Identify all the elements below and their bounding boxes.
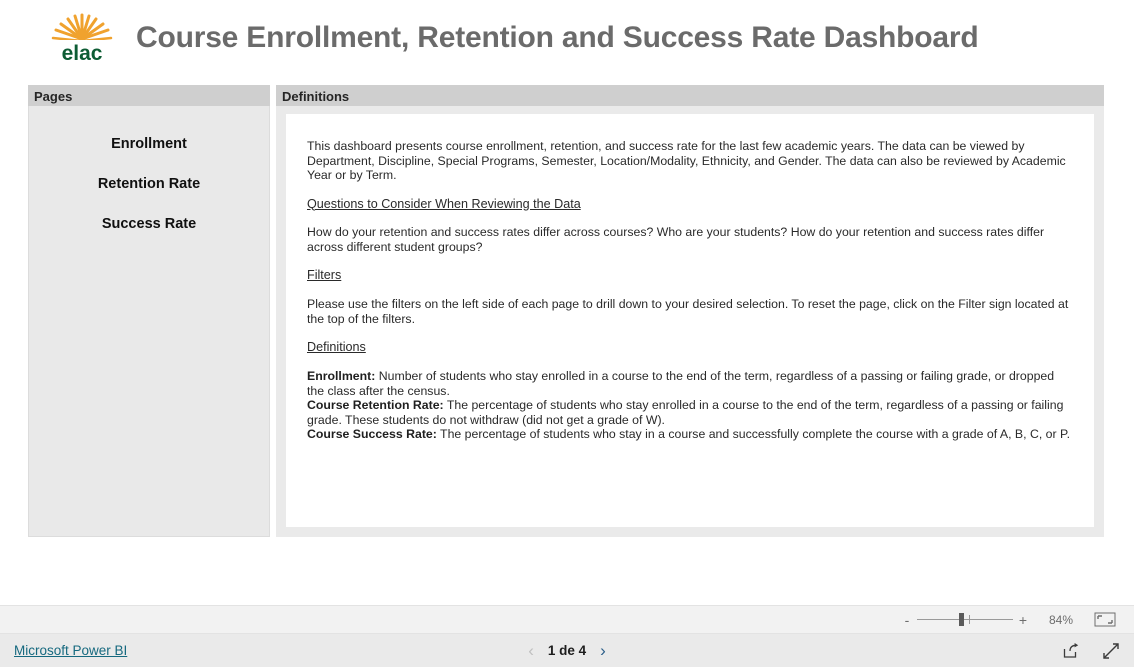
status-bar: Microsoft Power BI ‹ 1 de 4 › xyxy=(0,634,1134,667)
definition-text: The percentage of students who stay in a… xyxy=(436,427,1071,442)
zoom-out-button[interactable]: - xyxy=(900,612,914,628)
definition-item-success-rate: Course Success Rate: The percentage of s… xyxy=(307,427,1071,442)
intro-paragraph: This dashboard presents course enrollmen… xyxy=(307,139,1066,182)
zoom-slider-tick xyxy=(969,615,970,624)
share-icon[interactable] xyxy=(1062,642,1080,660)
filters-heading: Filters xyxy=(307,268,342,283)
definitions-heading: Definitions xyxy=(307,340,366,355)
definition-text: Number of students who stay enrolled in … xyxy=(307,369,1055,398)
definition-item-enrollment: Enrollment: Number of students who stay … xyxy=(307,369,1071,398)
elac-wordmark: elac xyxy=(62,42,103,65)
questions-paragraph: How do your retention and success rates … xyxy=(307,225,1045,254)
pages-panel: Pages Enrollment Retention Rate Success … xyxy=(28,85,270,537)
fit-to-page-icon[interactable] xyxy=(1094,612,1116,627)
definition-term: Enrollment: xyxy=(307,369,376,384)
filters-paragraph: Please use the filters on the left side … xyxy=(307,297,1069,326)
zoom-in-button[interactable]: + xyxy=(1016,612,1030,628)
definitions-text: This dashboard presents course enrollmen… xyxy=(307,139,1071,442)
pages-panel-header: Pages xyxy=(28,85,270,106)
previous-page-button[interactable]: ‹ xyxy=(528,642,534,659)
definitions-list: Enrollment: Number of students who stay … xyxy=(307,369,1071,442)
pages-list: Enrollment Retention Rate Success Rate xyxy=(28,106,270,537)
elac-logo: elac xyxy=(36,9,128,67)
definitions-card: This dashboard presents course enrollmen… xyxy=(286,114,1094,527)
definitions-body: This dashboard presents course enrollmen… xyxy=(276,106,1104,537)
zoom-slider-thumb[interactable] xyxy=(959,613,964,626)
powerbi-link[interactable]: Microsoft Power BI xyxy=(14,643,127,658)
sidebar-item-success-rate[interactable]: Success Rate xyxy=(29,216,269,232)
page-title: Course Enrollment, Retention and Success… xyxy=(136,21,979,54)
zoom-slider[interactable] xyxy=(917,613,1013,626)
elac-sunburst-icon: elac xyxy=(51,13,113,65)
definition-term: Course Success Rate: xyxy=(307,427,437,442)
next-page-button[interactable]: › xyxy=(600,642,606,659)
definition-term: Course Retention Rate: xyxy=(307,398,444,413)
page-indicator: 1 de 4 xyxy=(547,643,587,658)
sidebar-item-enrollment[interactable]: Enrollment xyxy=(29,136,269,152)
definition-item-retention-rate: Course Retention Rate: The percentage of… xyxy=(307,398,1071,427)
sidebar-item-retention-rate[interactable]: Retention Rate xyxy=(29,176,269,192)
definitions-panel-header: Definitions xyxy=(276,85,1104,106)
zoom-percent-label: 84% xyxy=(1048,612,1074,627)
dashboard-page: elac Course Enrollment, Retention and Su… xyxy=(0,0,1134,667)
page-navigation: ‹ 1 de 4 › xyxy=(528,634,606,667)
zoom-bar: - + 84% xyxy=(0,605,1134,634)
fullscreen-icon[interactable] xyxy=(1102,642,1120,660)
questions-heading: Questions to Consider When Reviewing the… xyxy=(307,196,581,211)
page-header: elac Course Enrollment, Retention and Su… xyxy=(0,0,1134,76)
footer-brand-band: East Los Angeles College Office of Insti… xyxy=(0,545,1134,605)
status-bar-actions xyxy=(1062,634,1120,667)
definitions-panel: Definitions This dashboard presents cour… xyxy=(276,85,1104,537)
